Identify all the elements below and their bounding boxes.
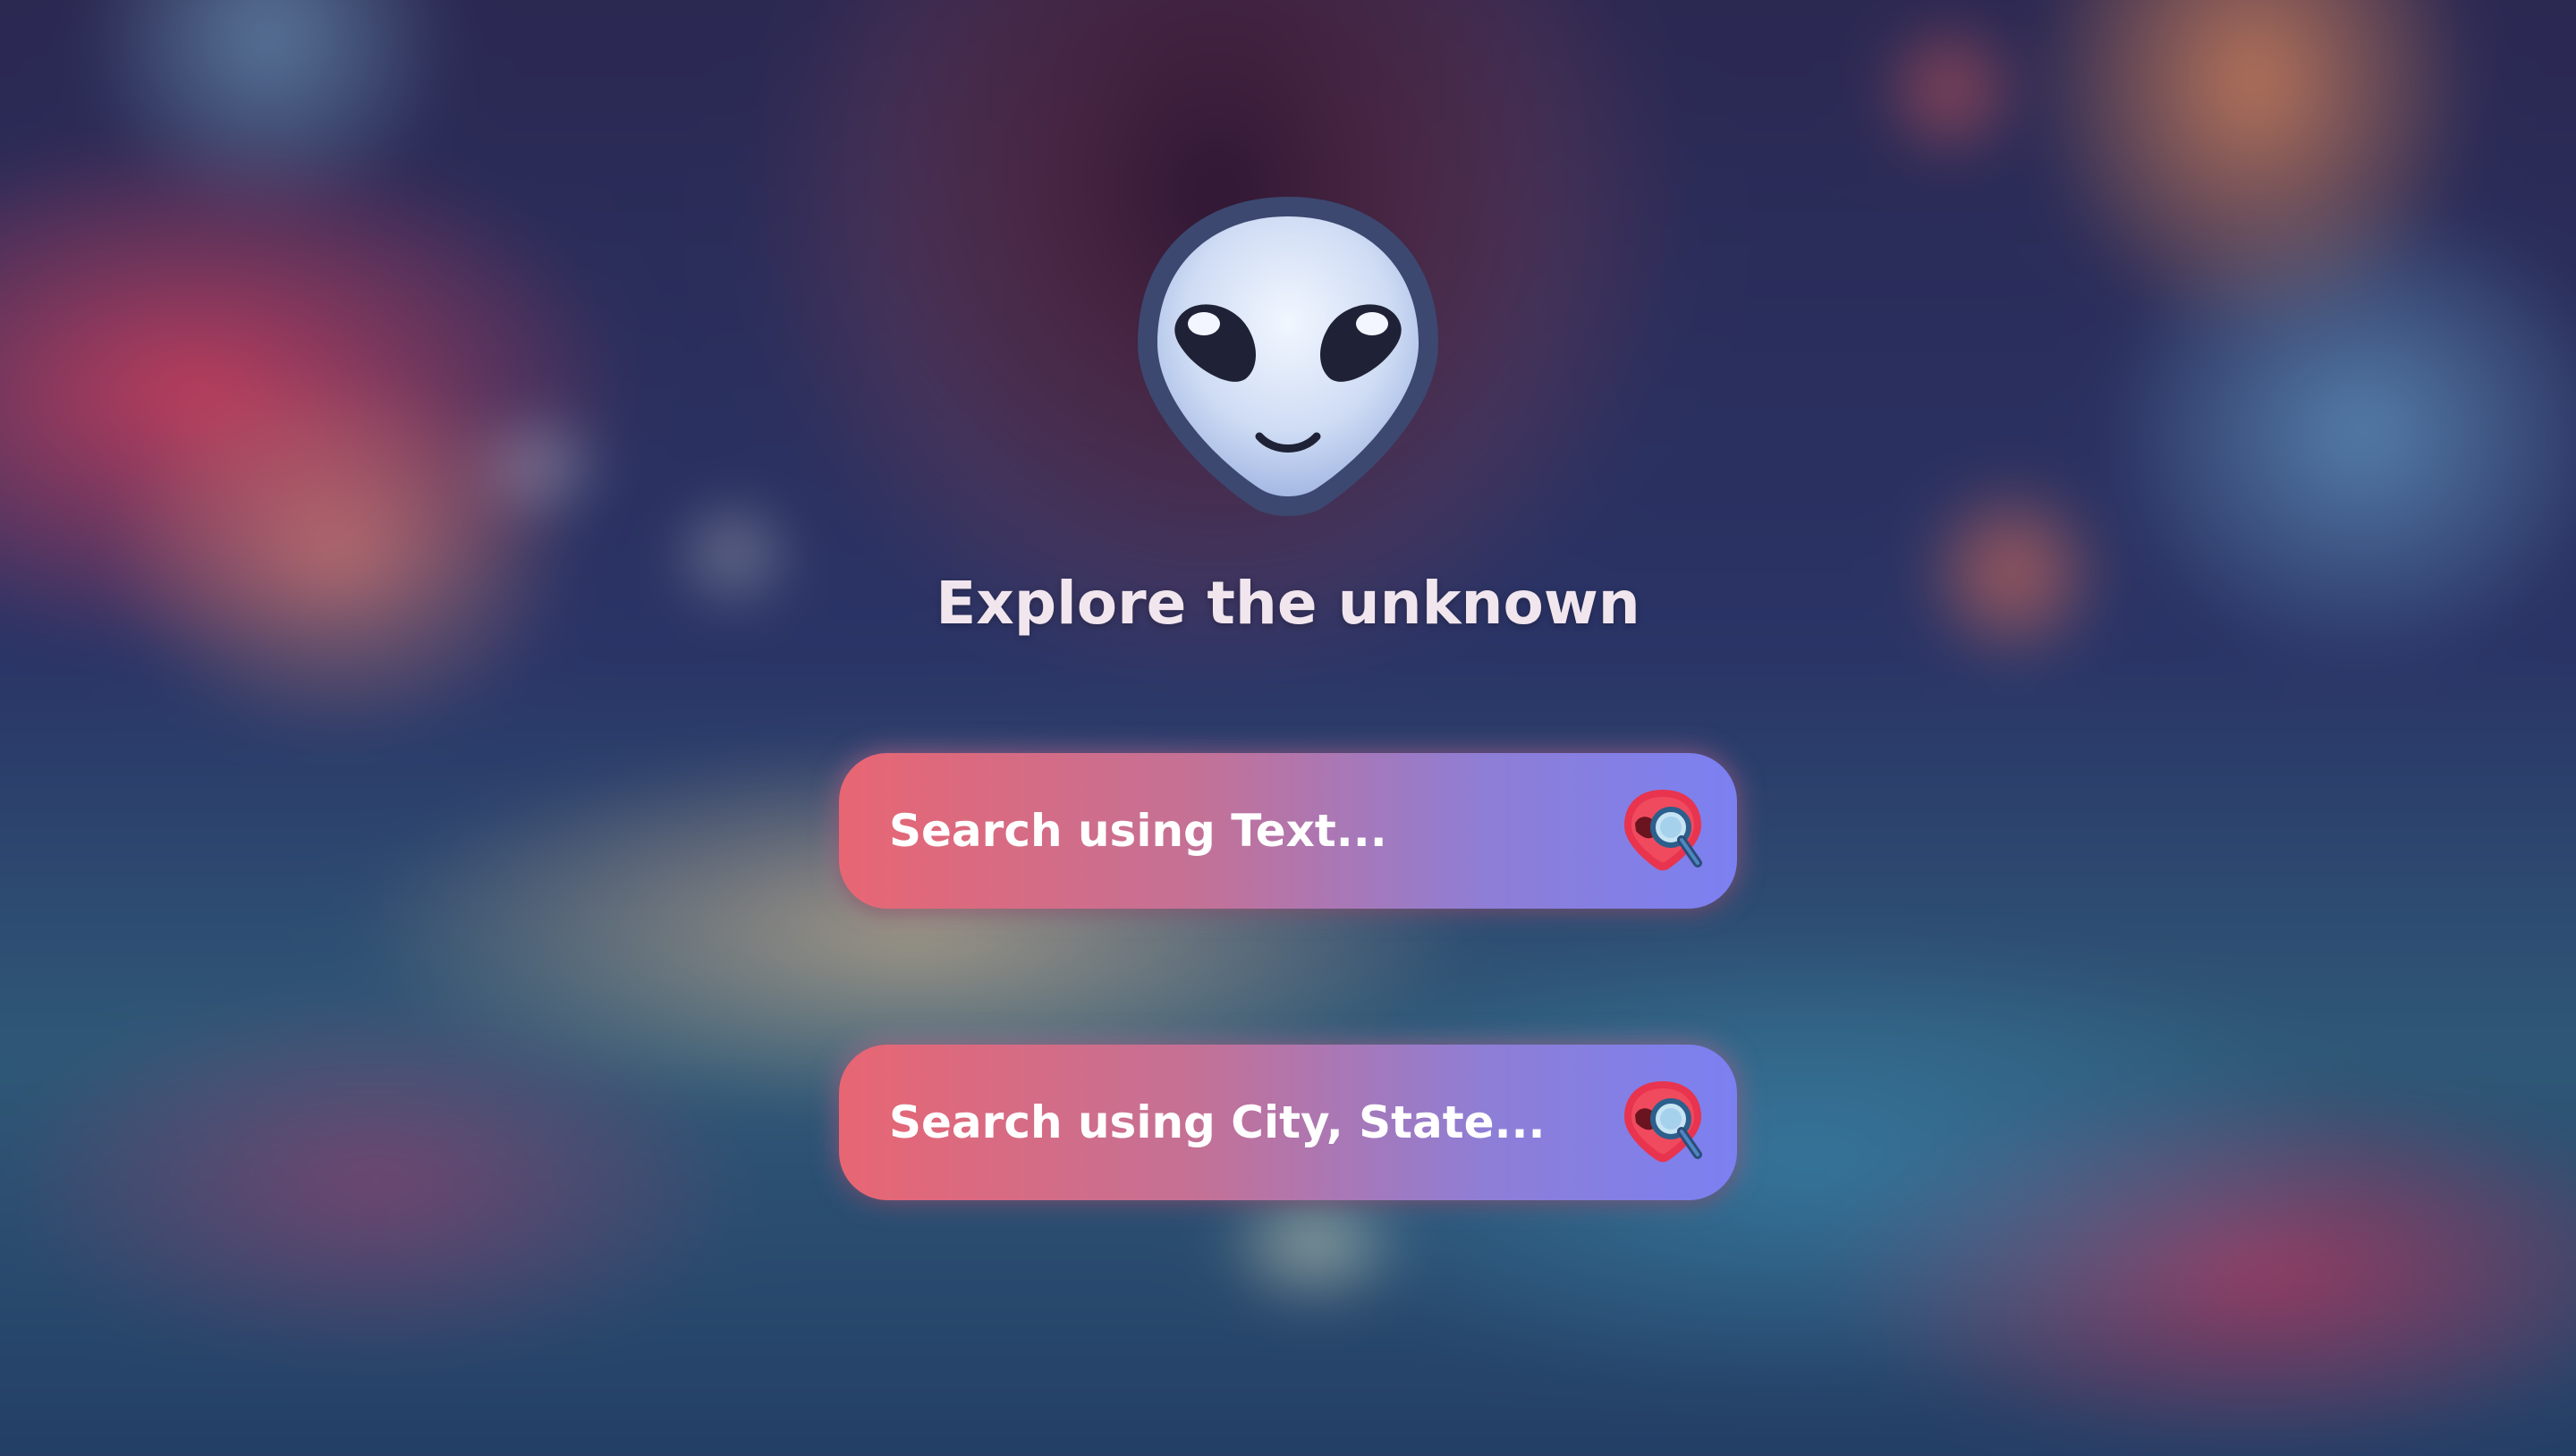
- main-content: Explore the unknown: [0, 0, 2576, 1456]
- text-search-input[interactable]: [889, 795, 1623, 867]
- location-search-input[interactable]: [889, 1087, 1623, 1158]
- page: Explore the unknown: [0, 0, 2576, 1456]
- alien-search-icon[interactable]: [1623, 788, 1703, 874]
- page-title: Explore the unknown: [936, 569, 1640, 638]
- location-search-bar: [839, 1045, 1737, 1200]
- text-search-bar: [839, 753, 1737, 909]
- alien-icon: [1134, 193, 1442, 521]
- alien-search-icon[interactable]: [1623, 1079, 1703, 1165]
